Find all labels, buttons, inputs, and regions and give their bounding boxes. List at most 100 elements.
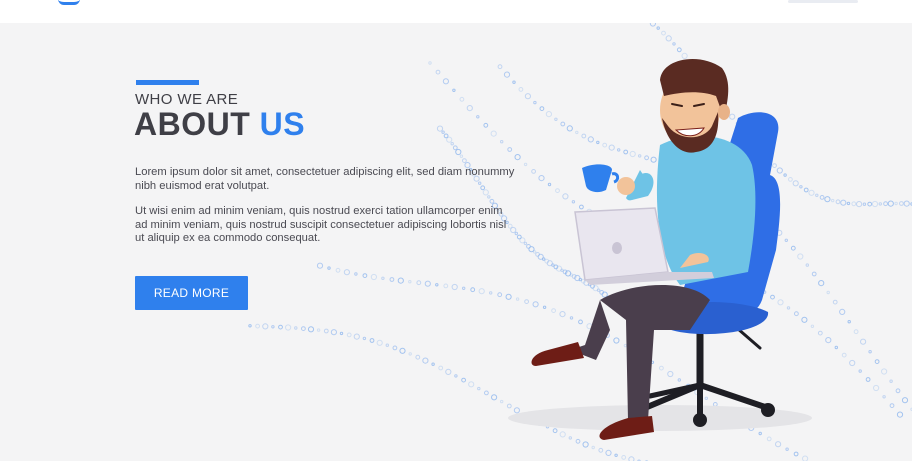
background-dot — [542, 305, 547, 309]
background-dot — [649, 23, 656, 27]
background-dot — [676, 47, 682, 53]
background-dot — [887, 200, 894, 207]
background-dot — [262, 323, 269, 330]
background-dot — [369, 338, 375, 343]
background-dot — [408, 352, 412, 356]
background-dot — [889, 379, 893, 383]
background-dot — [301, 326, 306, 332]
background-dot — [602, 142, 608, 148]
background-dot — [868, 350, 872, 354]
background-dot — [658, 159, 663, 164]
background-dot — [661, 30, 666, 36]
background-dot — [818, 280, 825, 287]
background-dot — [506, 403, 512, 409]
background-dot — [776, 229, 783, 236]
background-dot — [555, 188, 560, 194]
background-dot — [825, 337, 832, 344]
background-dot — [582, 441, 589, 448]
background-dot — [518, 87, 524, 92]
top-header-bar — [0, 0, 912, 23]
title-part-us: US — [259, 106, 306, 142]
background-dot — [817, 330, 823, 336]
background-dot — [343, 269, 350, 276]
nav-menu-fragment — [788, 0, 858, 3]
background-dot — [808, 189, 815, 196]
background-dot — [575, 438, 581, 444]
background-dot — [446, 136, 453, 143]
background-dot — [634, 232, 641, 240]
background-dot — [455, 148, 462, 156]
background-dot — [533, 100, 537, 105]
background-dot — [476, 115, 480, 119]
background-dot — [643, 237, 647, 242]
background-dot — [681, 251, 689, 258]
background-dot — [705, 261, 712, 268]
background-dot — [860, 338, 867, 345]
background-dot — [450, 142, 454, 146]
background-dot — [554, 117, 558, 122]
background-dot — [867, 201, 873, 207]
background-dot — [566, 125, 573, 132]
background-dot — [513, 407, 521, 414]
background-dot — [602, 218, 608, 224]
background-dot — [435, 283, 439, 287]
background-dot — [524, 93, 532, 100]
background-dot — [339, 331, 344, 336]
background-dot — [674, 249, 680, 255]
background-dot — [656, 26, 660, 30]
background-dot — [489, 198, 495, 204]
background-dot — [477, 386, 481, 391]
background-dot — [834, 345, 838, 350]
background-dot — [785, 447, 789, 451]
background-dot — [745, 133, 752, 140]
background-dot — [370, 273, 377, 281]
read-more-button[interactable]: READ MORE — [135, 276, 248, 310]
background-dot — [704, 396, 708, 400]
background-dot — [523, 162, 528, 167]
background-dot — [753, 284, 760, 291]
background-dot — [715, 266, 719, 270]
background-dot — [505, 293, 512, 300]
background-dot — [522, 412, 527, 417]
background-dot — [316, 328, 321, 332]
background-dot — [595, 214, 599, 219]
background-dot — [536, 419, 543, 426]
background-dot — [514, 231, 518, 236]
background-dot — [815, 193, 819, 198]
background-dot — [327, 266, 331, 270]
background-dot — [748, 424, 755, 431]
background-dot — [255, 323, 261, 329]
background-dot — [497, 64, 503, 70]
background-dot — [805, 263, 809, 267]
background-dot — [545, 111, 553, 118]
background-dot — [353, 333, 360, 340]
background-dot — [560, 121, 566, 127]
background-dot — [416, 280, 422, 286]
background-dot — [742, 199, 747, 203]
background-dot — [248, 324, 252, 328]
background-dot — [586, 208, 593, 215]
background-dot — [783, 173, 787, 177]
about-paragraph-2: Ut wisi enim ad minim veniam, quis nostr… — [135, 205, 507, 244]
background-dot — [802, 455, 809, 461]
logo-icon[interactable] — [58, 0, 80, 5]
background-dot — [581, 133, 587, 139]
background-dot — [323, 328, 329, 334]
background-dot — [735, 121, 740, 126]
background-dot — [307, 326, 315, 333]
background-dot — [461, 377, 467, 383]
background-dot — [681, 52, 688, 60]
background-dot — [598, 447, 604, 453]
background-dot — [468, 381, 475, 388]
background-dot — [831, 198, 835, 203]
background-dot — [758, 431, 762, 436]
background-dot — [610, 221, 617, 228]
background-dot — [688, 60, 692, 64]
background-dot — [623, 343, 628, 348]
background-dot — [376, 339, 383, 346]
background-dot — [671, 162, 678, 169]
background-dot — [672, 42, 676, 46]
background-dot — [667, 370, 674, 378]
background-dot — [751, 141, 756, 145]
background-dot — [500, 399, 504, 404]
